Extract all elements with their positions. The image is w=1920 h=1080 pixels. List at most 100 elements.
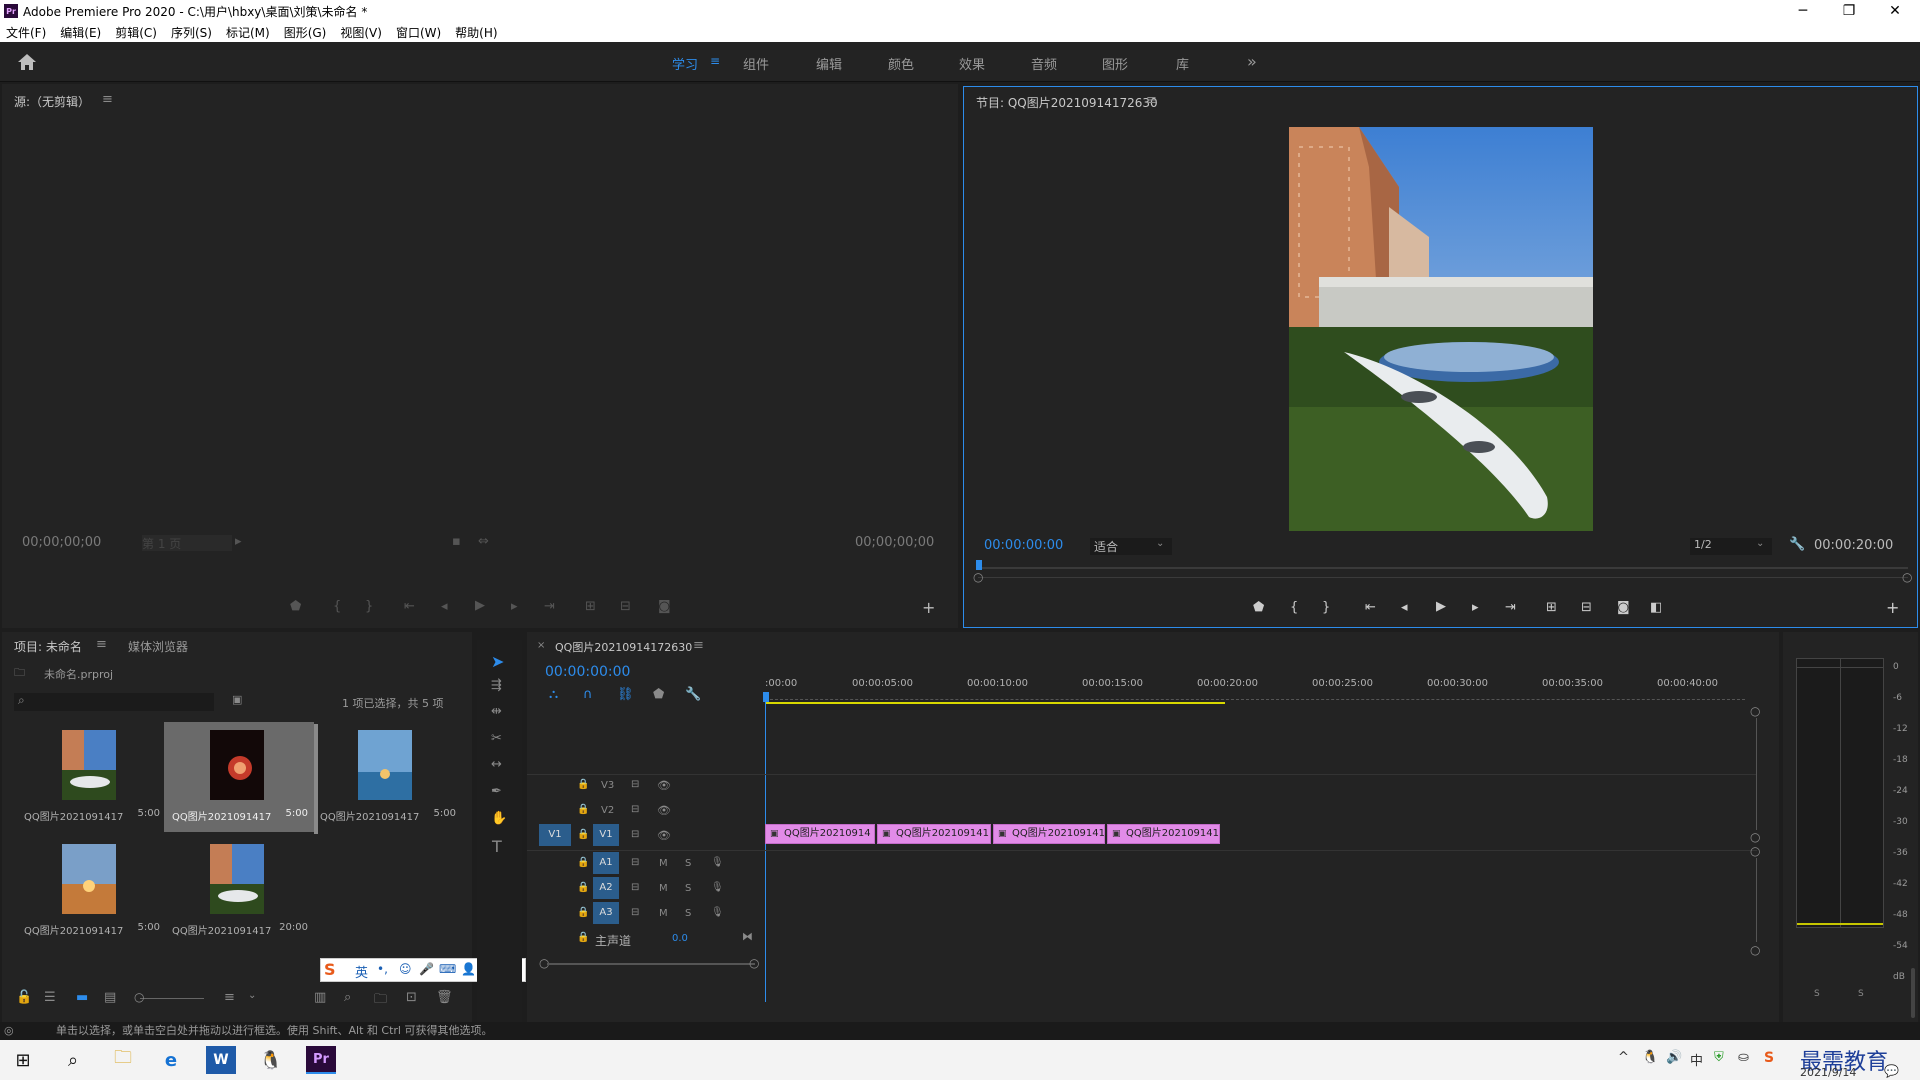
source-export-frame-icon[interactable]: ◙	[658, 599, 671, 614]
program-menu-icon[interactable]: ≡	[1146, 93, 1157, 108]
workspace-menu-icon[interactable]: ≡	[710, 54, 720, 68]
eye-icon[interactable]: 👁	[657, 804, 671, 817]
workspace-effects[interactable]: 效果	[959, 54, 985, 73]
solo-button[interactable]: S	[685, 883, 691, 894]
program-extract-icon[interactable]: ⊟	[1581, 600, 1592, 615]
timeline-settings-icon[interactable]: 🔧	[685, 687, 701, 702]
ime-user-icon[interactable]: 👤	[461, 962, 476, 976]
notification-icon[interactable]: 💬	[1884, 1064, 1899, 1078]
voice-over-record-icon[interactable]: 🎙	[711, 857, 724, 868]
nest-toggle-icon[interactable]: ⛬	[549, 687, 558, 702]
program-playhead[interactable]	[976, 560, 982, 570]
sync-lock-icon[interactable]: ⊟	[631, 882, 639, 893]
program-marker-icon[interactable]: ⬟	[1253, 600, 1264, 615]
voice-over-record-icon[interactable]: 🎙	[711, 882, 724, 893]
project-item[interactable]: QQ图片2021091417... 20:00	[164, 836, 314, 946]
media-browser-tab[interactable]: 媒体浏览器	[128, 638, 188, 655]
program-add-button-icon[interactable]: +	[1886, 598, 1899, 617]
meter-solo-left[interactable]: S	[1814, 989, 1820, 999]
track-label-a2[interactable]: A2	[593, 877, 619, 899]
menu-clip[interactable]: 剪辑(C)	[115, 24, 157, 41]
snap-icon[interactable]: ∩	[583, 687, 593, 702]
program-step-fwd-icon[interactable]: ▸	[1472, 600, 1479, 615]
workspace-graphics[interactable]: 图形	[1102, 54, 1128, 73]
sort-dropdown-icon[interactable]: ⌄	[248, 990, 256, 1001]
file-explorer-icon[interactable]: 🗀	[108, 1046, 138, 1074]
qq-icon[interactable]: 🐧	[256, 1046, 286, 1074]
ime-punctuation-icon[interactable]: •,	[377, 962, 388, 976]
premiere-taskbar-icon[interactable]: Pr	[306, 1046, 336, 1074]
program-title[interactable]: 节目: QQ图片20210914172630	[976, 94, 1158, 111]
sync-lock-icon[interactable]: ⊟	[631, 804, 639, 815]
source-step-back-icon[interactable]: ◂	[441, 599, 448, 614]
slip-tool-icon[interactable]: ↔	[491, 757, 502, 772]
source-settings-icon[interactable]: ▪	[452, 534, 461, 549]
timeline-clip[interactable]: ▣ QQ图片202109141	[1107, 824, 1220, 844]
edge-browser-icon[interactable]: e	[156, 1046, 186, 1074]
lock-icon[interactable]: 🔒	[577, 857, 589, 868]
automate-to-sequence-icon[interactable]: ▥	[314, 990, 326, 1005]
source-patch-v1[interactable]: V1	[539, 824, 571, 846]
track-label-v1[interactable]: V1	[593, 824, 619, 846]
ime-voice-icon[interactable]: 🎤	[419, 962, 434, 976]
panel-menu-icon[interactable]: ≡	[102, 92, 113, 107]
menu-file[interactable]: 文件(F)	[6, 24, 46, 41]
security-tray-icon[interactable]: ⛨	[1714, 1050, 1724, 1065]
source-goto-in-icon[interactable]: ⇤	[404, 599, 415, 614]
track-label-a3[interactable]: A3	[593, 902, 619, 924]
source-timecode[interactable]: 00;00;00;00	[22, 535, 101, 550]
project-search-input[interactable]	[14, 693, 214, 711]
timeline-playhead-handle[interactable]	[763, 692, 769, 702]
program-zoom-handle-left[interactable]: ○	[973, 570, 983, 584]
meter-solo-right[interactable]: S	[1858, 989, 1864, 999]
add-marker-icon[interactable]: ⬟	[653, 687, 664, 702]
freeform-view-icon[interactable]: ▤	[104, 990, 116, 1005]
home-icon[interactable]	[17, 53, 37, 71]
source-insert-icon[interactable]: ⊞	[585, 599, 596, 614]
track-label-a1[interactable]: A1	[593, 852, 619, 874]
project-tab[interactable]: 项目: 未命名	[14, 638, 82, 655]
program-in-icon[interactable]: {	[1290, 600, 1298, 615]
meter-scrollbar[interactable]	[1911, 968, 1915, 1018]
track-label[interactable]: V2	[601, 805, 614, 816]
program-goto-out-icon[interactable]: ⇥	[1505, 600, 1516, 615]
workspace-editing[interactable]: 编辑	[816, 54, 842, 73]
timeline-clip[interactable]: ▣ QQ图片202109141	[993, 824, 1105, 844]
program-settings-wrench-icon[interactable]: 🔧	[1789, 537, 1805, 552]
ime-tray-icon[interactable]: 中	[1690, 1050, 1703, 1069]
solo-button[interactable]: S	[685, 858, 691, 869]
menu-markers[interactable]: 标记(M)	[226, 24, 270, 41]
eye-icon[interactable]: 👁	[657, 829, 671, 842]
mute-button[interactable]: M	[659, 858, 668, 869]
project-item[interactable]: QQ图片20210914172... 5:00	[312, 722, 462, 832]
windows-start-icon[interactable]: ⊞	[8, 1046, 38, 1074]
workspace-learn[interactable]: 学习	[672, 54, 698, 73]
source-in-icon[interactable]: {	[333, 599, 341, 614]
sync-lock-icon[interactable]: ⊟	[631, 907, 639, 918]
workspace-audio[interactable]: 音频	[1031, 54, 1057, 73]
sort-icon[interactable]: ≡	[224, 990, 235, 1005]
project-lock-icon[interactable]: 🔓	[16, 990, 32, 1005]
project-item[interactable]: QQ图片20210914172... 5:00	[16, 836, 166, 946]
vscroll-handle[interactable]: ○	[1750, 704, 1760, 718]
program-timecode[interactable]: 00:00:00:00	[984, 538, 1063, 553]
menu-graphics[interactable]: 图形(G)	[284, 24, 327, 41]
source-add-button-icon[interactable]: +	[922, 598, 935, 617]
fit-dropdown-icon[interactable]: ⌄	[1156, 538, 1164, 549]
mute-button[interactable]: M	[659, 908, 668, 919]
volume-icon[interactable]: 🔊	[1666, 1050, 1682, 1065]
timeline-menu-icon[interactable]: ≡	[693, 638, 704, 653]
minimize-button[interactable]: ─	[1780, 0, 1826, 22]
vscroll-handle[interactable]: ○	[1750, 830, 1760, 844]
timeline-clip[interactable]: ▣ QQ图片202109141	[877, 824, 991, 844]
vscroll-handle[interactable]: ○	[1750, 943, 1760, 957]
program-goto-in-icon[interactable]: ⇤	[1365, 600, 1376, 615]
mute-button[interactable]: M	[659, 883, 668, 894]
menu-help[interactable]: 帮助(H)	[455, 24, 497, 41]
sync-lock-icon[interactable]: ⊟	[631, 857, 639, 868]
timeline-timecode[interactable]: 00:00:00:00	[545, 664, 630, 680]
sync-lock-icon[interactable]: ⊟	[631, 829, 639, 840]
restore-button[interactable]: ❐	[1826, 0, 1872, 22]
close-sequence-icon[interactable]: ×	[537, 640, 545, 651]
solo-button[interactable]: S	[685, 908, 691, 919]
